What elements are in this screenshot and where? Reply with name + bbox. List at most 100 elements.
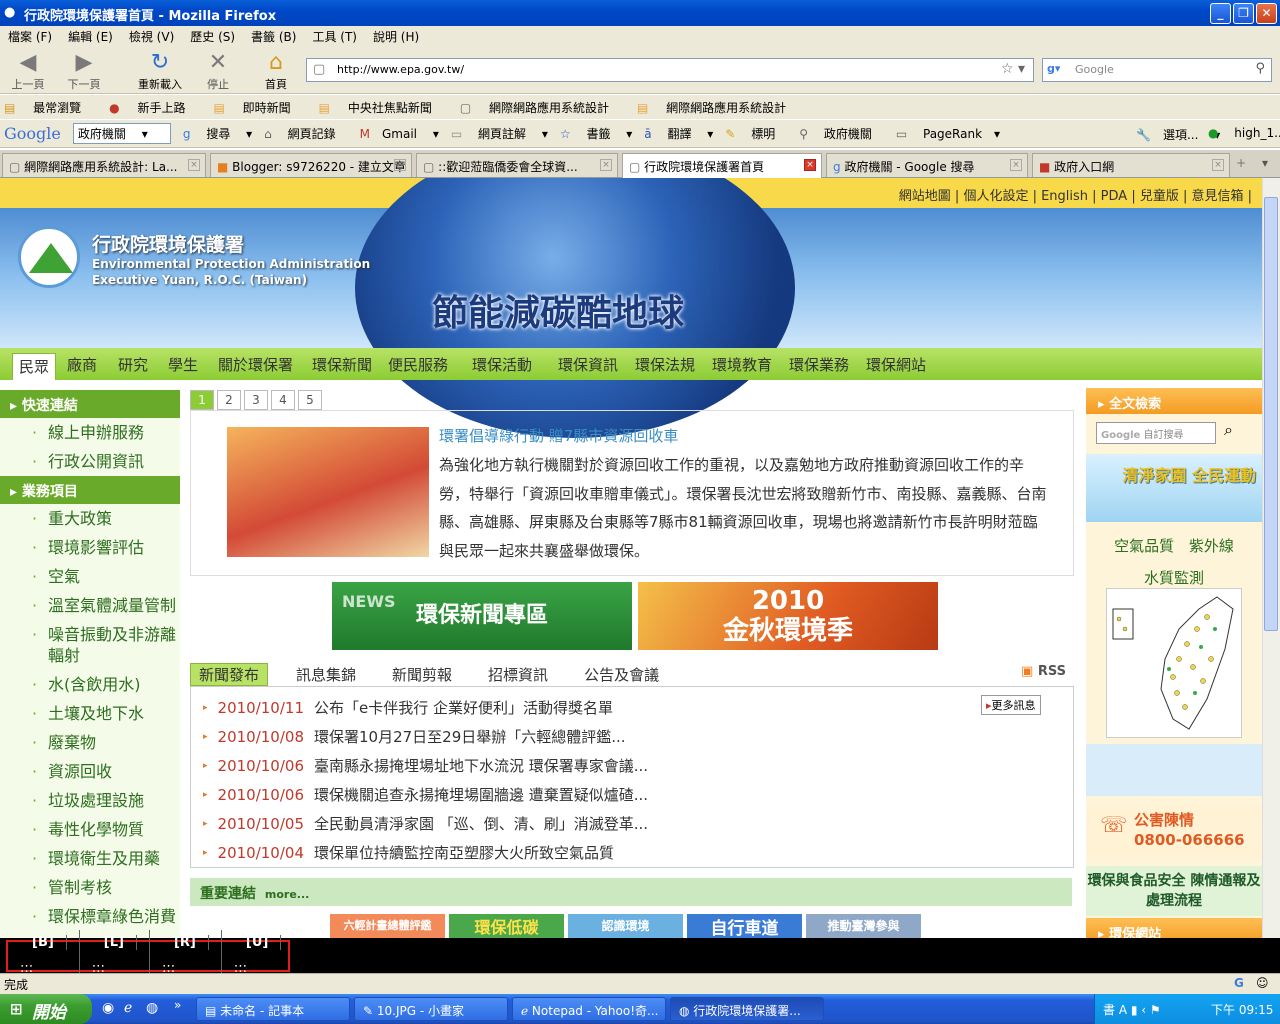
promo-taiwan-participation[interactable]: 推動臺灣參與 xyxy=(806,914,921,938)
nav-services[interactable]: 便民服務 xyxy=(382,352,454,377)
chrome-quicklaunch-icon[interactable]: ◉ xyxy=(102,1000,114,1016)
sidebar-item-audit[interactable]: 管制考核 xyxy=(0,873,180,902)
bookmark-internet-app-1[interactable]: ▢ 網際網路應用系統設計 xyxy=(460,99,623,116)
feature-photo[interactable] xyxy=(227,427,429,557)
uv-link[interactable]: 紫外線 xyxy=(1189,537,1234,555)
feature-page-5[interactable]: 5 xyxy=(298,390,322,410)
air-quality-link[interactable]: 空氣品質 xyxy=(1114,537,1174,555)
autumn-season-banner[interactable]: 2010 金秋環境季 xyxy=(638,582,938,650)
feature-page-3[interactable]: 3 xyxy=(244,390,268,410)
googlebar-select[interactable]: 政府機關 ▾ xyxy=(72,123,171,144)
news-item[interactable]: ▸ 2010/10/06 臺南縣永揚掩埋場址地下水流況 環保署專家會議... xyxy=(191,751,1073,780)
tab-close-icon[interactable]: × xyxy=(1212,159,1224,171)
google-search-engine-icon[interactable]: g▾ xyxy=(1047,62,1060,75)
stop-button[interactable]: ✕ 停止 xyxy=(192,50,244,92)
epa-logo-icon[interactable] xyxy=(18,226,80,288)
promo-sixth-naphtha[interactable]: 六輕計畫總體評鑑 xyxy=(330,914,445,938)
search-input[interactable]: g▾ Google ⚲ xyxy=(1042,58,1272,82)
sidebar-item-policy[interactable]: 重大政策 xyxy=(0,504,180,533)
feature-page-4[interactable]: 4 xyxy=(271,390,295,410)
task-firefox-epa[interactable]: ◍ 行政院環境保護署... xyxy=(670,997,824,1021)
googlebar-gmail[interactable]: M Gmail ▾ xyxy=(360,127,439,141)
news-item[interactable]: ▸ 2010/10/08 環保署10月27日至29日舉辦「六輕總體評鑑... xyxy=(191,722,1073,751)
sidebar-item-eia[interactable]: 環境影響評估 xyxy=(0,533,180,562)
clean-home-banner[interactable]: 清淨家園 全民運動 xyxy=(1086,454,1262,522)
tab-google-search[interactable]: g 政府機關 - Google 搜尋 × xyxy=(826,153,1028,177)
top-links[interactable]: 網站地圖 | 個人化設定 | English | PDA | 兒童版 | 意見信… xyxy=(899,185,1252,204)
back-button[interactable]: ◀ 上一頁 xyxy=(2,50,54,92)
scrollbar-thumb[interactable] xyxy=(1264,197,1278,631)
magnifier-icon[interactable]: ⚲ xyxy=(1255,61,1265,76)
ie-quicklaunch-icon[interactable]: ℯ xyxy=(124,1000,132,1016)
tab-press-release[interactable]: 新聞發布 xyxy=(190,662,269,686)
task-paint[interactable]: ✎ 10.JPG - 小畫家 xyxy=(354,997,508,1021)
home-button[interactable]: ⌂ 首頁 xyxy=(250,50,302,92)
tray-icons[interactable]: ‹ ⚑ xyxy=(1141,1003,1160,1017)
googlebar-pagerank[interactable]: ▭ PageRank ▾ xyxy=(896,127,1000,141)
bookmark-internet-app-2[interactable]: ▤ 網際網路應用系統設計 xyxy=(637,99,800,116)
nav-public[interactable]: 民眾 xyxy=(12,353,57,380)
menu-file[interactable]: 檔案 (F) xyxy=(8,28,52,45)
googlebar-translate[interactable]: ā 翻譯 ▾ xyxy=(644,125,713,142)
tab-gov-portal[interactable]: ■ 政府入口網 × xyxy=(1032,153,1230,177)
news-item[interactable]: ▸ 2010/10/11 公布「e卡伴我行 企業好便利」活動得獎名單 xyxy=(191,693,1073,722)
menu-history[interactable]: 歷史 (S) xyxy=(190,28,235,45)
googlebar-notes[interactable]: ▭ 網頁註解 ▾ xyxy=(451,125,548,142)
feature-page-2[interactable]: 2 xyxy=(217,390,241,410)
tab-tenders[interactable]: 招標資訊 xyxy=(480,664,556,685)
address-bar[interactable]: ▢ http://www.epa.gov.tw/ ☆ ▾ xyxy=(306,58,1034,82)
news-item[interactable]: ▸ 2010/10/04 環保單位持續監控南亞塑膠大火所致空氣品質 xyxy=(191,838,1073,867)
nav-laws[interactable]: 環保法規 xyxy=(629,352,701,377)
ime-icon[interactable]: 書 A ▮ xyxy=(1103,1003,1137,1017)
sidebar-item-water[interactable]: 水(含飲用水) xyxy=(0,670,180,699)
nav-affairs[interactable]: 環保業務 xyxy=(783,352,855,377)
star-icon[interactable]: ☆ ▾ xyxy=(1001,61,1025,77)
taiwan-monitoring-map[interactable] xyxy=(1106,588,1242,738)
important-more-link[interactable]: more... xyxy=(265,888,309,901)
google-status-icon[interactable]: G xyxy=(1234,976,1244,990)
tab-close-icon[interactable]: × xyxy=(394,159,406,171)
sidebar-item-hygiene[interactable]: 環境衛生及用藥 xyxy=(0,844,180,873)
nav-about[interactable]: 關於環保署 xyxy=(212,352,299,377)
tab-epa-home[interactable]: ▢ 行政院環境保護署首頁 × xyxy=(622,153,822,179)
nav-activities[interactable]: 環保活動 xyxy=(466,352,538,377)
googlebar-search[interactable]: g 搜尋 ▾ xyxy=(183,125,252,142)
nav-student[interactable]: 學生 xyxy=(162,352,204,377)
tab-ocac[interactable]: ▢ ::歡迎蒞臨僑委會全球資... × xyxy=(416,153,618,177)
firefox-quicklaunch-icon[interactable]: ◍ xyxy=(146,1000,158,1016)
bookmark-most-visited[interactable]: ▤ 最常瀏覽 xyxy=(4,99,95,116)
sidebar-item-waste[interactable]: 廢棄物 xyxy=(0,728,180,757)
tab-internet-app-design[interactable]: ▢ 網際網路應用系統設計: La... × xyxy=(2,153,206,177)
nav-info[interactable]: 環保資訊 xyxy=(552,352,624,377)
nav-news[interactable]: 環保新聞 xyxy=(306,352,378,377)
bookmark-getting-started[interactable]: ● 新手上路 xyxy=(109,99,199,116)
task-yahoo-notepad[interactable]: ℯ Notepad - Yahoo!奇... xyxy=(512,997,666,1021)
tab-close-icon[interactable]: × xyxy=(600,159,612,171)
sidebar-item-air[interactable]: 空氣 xyxy=(0,562,180,591)
close-button[interactable]: ✕ xyxy=(1256,3,1277,24)
quicklaunch-expand-icon[interactable]: » xyxy=(174,998,181,1012)
sidebar-item-recycling[interactable]: 資源回收 xyxy=(0,757,180,786)
bookmark-instant-news[interactable]: ▤ 即時新聞 xyxy=(213,99,304,116)
sidebar-item-online-service[interactable]: 線上申辦服務 xyxy=(0,418,180,447)
minimize-button[interactable]: _ xyxy=(1210,3,1231,24)
googlebar-user[interactable]: ● high_1... xyxy=(1208,126,1280,140)
start-button[interactable]: ⊞ 開始 xyxy=(0,994,92,1024)
sidebar-item-toxic[interactable]: 毒性化學物質 xyxy=(0,815,180,844)
promo-know-env[interactable]: 認識環境 xyxy=(568,914,683,938)
tab-close-icon[interactable]: × xyxy=(188,159,200,171)
menu-view[interactable]: 檢視 (V) xyxy=(129,28,174,45)
search-go-icon[interactable]: ⌕ xyxy=(1224,420,1233,440)
nav-research[interactable]: 研究 xyxy=(112,352,154,377)
feature-title[interactable]: 環署倡導綠行動 贈7縣市資源回收車 xyxy=(439,425,678,446)
sidebar-item-ghg[interactable]: 溫室氣體減量管制 xyxy=(0,591,180,620)
new-tab-icon[interactable]: + xyxy=(1236,156,1246,170)
smiley-icon[interactable]: ☺ xyxy=(1256,976,1269,990)
more-news-button[interactable]: ▸更多訊息 xyxy=(981,695,1041,715)
tab-close-icon[interactable]: × xyxy=(1010,159,1022,171)
googlebar-history[interactable]: ⌂ 網頁記錄 xyxy=(264,125,347,142)
news-item[interactable]: ▸ 2010/10/05 全民動員清淨家園 「巡、倒、清、刷」消滅登革... xyxy=(191,809,1073,838)
nav-business[interactable]: 廠商 xyxy=(61,352,103,377)
site-search-input[interactable]: Google 自訂搜尋 xyxy=(1096,422,1216,444)
tab-blogger[interactable]: ■ Blogger: s9726220 - 建立文章 × xyxy=(210,153,412,177)
